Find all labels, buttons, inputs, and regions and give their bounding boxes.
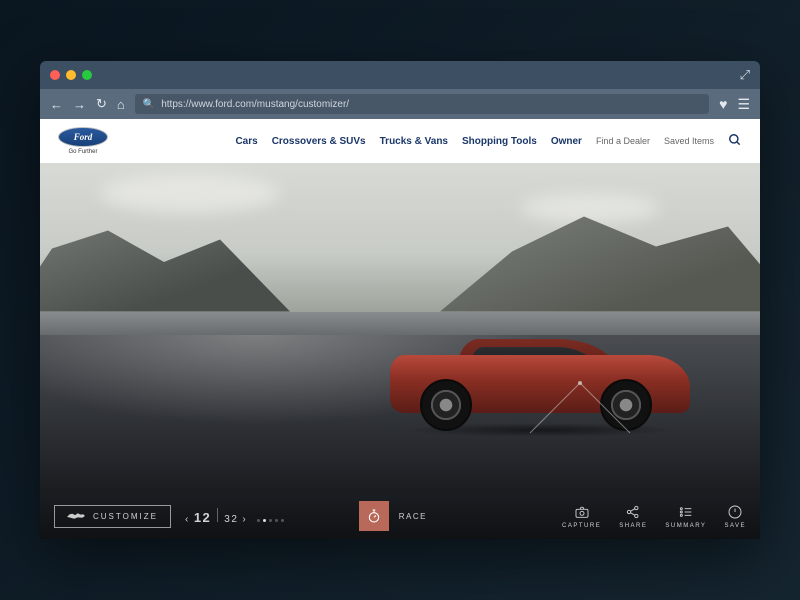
- primary-nav: Cars Crossovers & SUVs Trucks & Vans Sho…: [235, 133, 742, 150]
- browser-toolbar: ← → ↻ ⌂ 🔍 https://www.ford.com/mustang/c…: [40, 89, 760, 119]
- summary-button[interactable]: SUMMARY: [665, 504, 706, 529]
- share-icon: [625, 504, 641, 520]
- car-render: [390, 339, 690, 431]
- search-icon: 🔍: [143, 99, 155, 110]
- home-button[interactable]: ⌂: [117, 97, 125, 112]
- url-text: https://www.ford.com/mustang/customizer/: [161, 99, 349, 110]
- nav-saved[interactable]: Saved Items: [664, 136, 714, 146]
- nav-owner[interactable]: Owner: [551, 136, 582, 147]
- front-wheel-icon: [420, 379, 472, 431]
- list-icon: [678, 504, 694, 520]
- address-bar[interactable]: 🔍 https://www.ford.com/mustang/customize…: [135, 94, 709, 114]
- maximize-icon[interactable]: [82, 70, 92, 80]
- search-button[interactable]: [728, 133, 742, 150]
- race-button[interactable]: RACE: [359, 501, 427, 531]
- race-label: RACE: [399, 512, 427, 521]
- hero-visual: [40, 163, 760, 493]
- nav-shopping[interactable]: Shopping Tools: [462, 136, 537, 147]
- save-button[interactable]: SAVE: [724, 504, 746, 529]
- step-counter: ‹ 12 32 ›: [185, 508, 284, 525]
- forward-button[interactable]: →: [73, 97, 86, 112]
- brand-logo[interactable]: Ford Go Further: [58, 127, 108, 155]
- browser-window: ⤢ ← → ↻ ⌂ 🔍 https://www.ford.com/mustang…: [40, 61, 760, 539]
- customize-label: CUSTOMIZE: [93, 512, 158, 521]
- rear-wheel-icon: [600, 379, 652, 431]
- action-bar: CAPTURE SHARE SUMMARY SAVE: [562, 504, 746, 529]
- chevron-right-icon[interactable]: ›: [242, 514, 247, 525]
- favorite-icon[interactable]: ♥: [719, 96, 727, 112]
- minimize-icon[interactable]: [66, 70, 76, 80]
- capture-button[interactable]: CAPTURE: [562, 504, 601, 529]
- close-icon[interactable]: [50, 70, 60, 80]
- power-icon: [727, 504, 743, 520]
- hamburger-icon[interactable]: ☰: [737, 96, 750, 113]
- camera-icon: [574, 504, 590, 520]
- total-steps: 32: [224, 514, 238, 525]
- site-header: Ford Go Further Cars Crossovers & SUVs T…: [40, 119, 760, 163]
- chevron-left-icon[interactable]: ‹: [185, 514, 190, 525]
- titlebar: ⤢: [40, 61, 760, 89]
- brand-name: Ford: [74, 132, 93, 142]
- back-button[interactable]: ←: [50, 97, 63, 112]
- stopwatch-icon: [359, 501, 389, 531]
- brand-tagline: Go Further: [68, 149, 97, 155]
- expand-icon[interactable]: ⤢: [740, 67, 750, 83]
- window-controls: [50, 70, 92, 80]
- customize-button[interactable]: CUSTOMIZE: [54, 505, 171, 528]
- nav-dealer[interactable]: Find a Dealer: [596, 136, 650, 146]
- footer-bar: CUSTOMIZE ‹ 12 32 › RACE CAPTURE: [40, 493, 760, 539]
- share-button[interactable]: SHARE: [619, 504, 647, 529]
- reload-button[interactable]: ↻: [96, 96, 107, 112]
- nav-crossovers[interactable]: Crossovers & SUVs: [272, 136, 366, 147]
- nav-trucks[interactable]: Trucks & Vans: [380, 136, 448, 147]
- nav-cars[interactable]: Cars: [235, 136, 257, 147]
- current-step: 12: [194, 510, 211, 525]
- pager-dots: [257, 519, 284, 522]
- mustang-icon: [67, 512, 85, 521]
